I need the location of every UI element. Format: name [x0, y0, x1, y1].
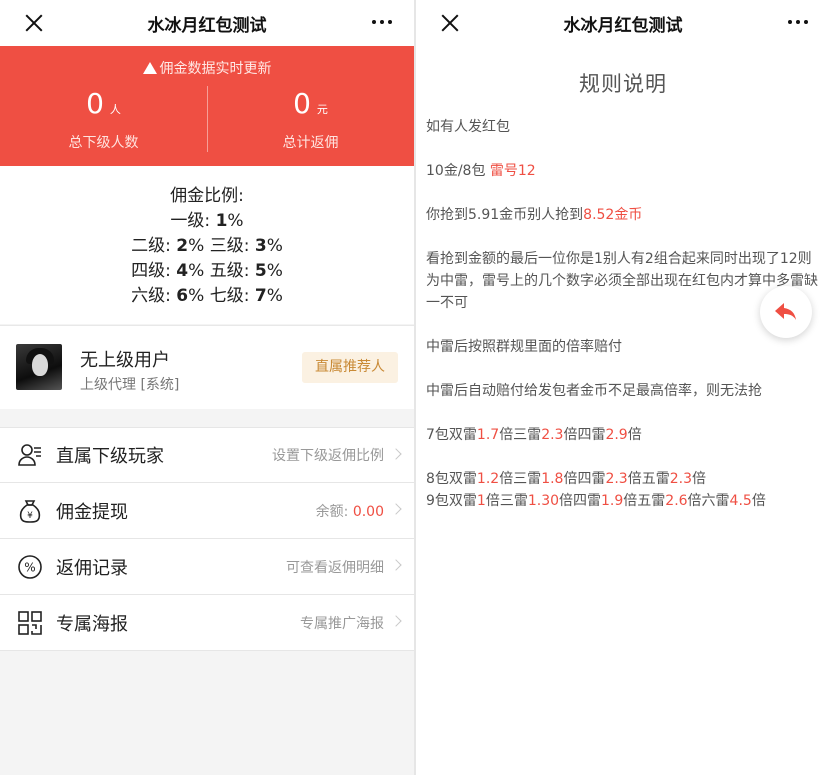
users-icon	[16, 441, 44, 469]
rules-panel: 水冰月红包测试 规则说明 如有人发红包 10金/8包 雷号12 你抢到5.91金…	[416, 0, 830, 775]
chevron-right-icon	[390, 559, 402, 571]
close-icon[interactable]	[438, 11, 462, 35]
svg-text:%: %	[24, 560, 35, 574]
upline-name: 无上级用户	[80, 350, 170, 371]
rule-9-packs: 9包双雷1倍三雷1.30倍四雷1.9倍五雷2.6倍六雷4.5倍	[426, 493, 766, 509]
menu-item-poster[interactable]: 专属海报 专属推广海报	[0, 595, 414, 651]
page-title: 水冰月红包测试	[147, 15, 267, 36]
more-icon[interactable]	[788, 20, 808, 24]
page-title: 水冰月红包测试	[563, 15, 683, 36]
balance-value: 0.00	[352, 503, 384, 520]
rule-7-packs: 7包双雷1.7倍三雷2.3倍四雷2.9倍	[426, 427, 642, 443]
referrer-button[interactable]: 直属推荐人	[302, 352, 398, 383]
menu-item-withdraw[interactable]: ¥ 佣金提现 余额: 0.00	[0, 483, 414, 539]
chevron-right-icon	[390, 448, 402, 460]
title-bar: 水冰月红包测试	[416, 0, 830, 46]
close-icon[interactable]	[22, 11, 46, 35]
menu-list: 直属下级玩家 设置下级返佣比例 ¥ 佣金提现 余额: 0.00 % 返佣记录 可…	[0, 427, 414, 651]
svg-text:¥: ¥	[27, 511, 33, 521]
avatar	[16, 344, 62, 390]
menu-item-subordinates[interactable]: 直属下级玩家 设置下级返佣比例	[0, 427, 414, 483]
qrcode-icon	[16, 609, 44, 637]
back-button[interactable]	[760, 286, 812, 338]
reply-arrow-icon	[775, 303, 796, 320]
stat-commission: 0元 总计返佣	[282, 87, 339, 151]
upline-card: 无上级用户 上级代理 [系统] 直属推荐人	[0, 325, 414, 409]
rules-heading: 规则说明	[579, 72, 667, 96]
menu-item-records[interactable]: % 返佣记录 可查看返佣明细	[0, 539, 414, 595]
upline-agent: 上级代理 [系统]	[80, 377, 180, 393]
stat-subordinates: 0人 总下级人数	[68, 87, 139, 151]
commission-rates: 佣金比例: 一级: 1% 二级: 2% 三级: 3% 四级: 4% 五级: 5%…	[0, 166, 414, 324]
more-icon[interactable]	[372, 20, 392, 24]
stats-divider	[207, 86, 208, 152]
chevron-right-icon	[390, 615, 402, 627]
referral-panel: 水冰月红包测试 佣金数据实时更新 0人 总下级人数 0元 总计返佣 佣金比例: …	[0, 0, 414, 775]
realtime-notice: 佣金数据实时更新	[0, 46, 414, 78]
percent-icon: %	[16, 553, 44, 581]
rule-8-packs: 8包双雷1.2倍三雷1.8倍四雷2.3倍五雷2.3倍	[426, 471, 706, 487]
warning-icon	[142, 62, 157, 74]
chevron-right-icon	[390, 503, 402, 515]
stats-banner: 佣金数据实时更新 0人 总下级人数 0元 总计返佣	[0, 46, 414, 166]
money-bag-icon: ¥	[16, 497, 44, 525]
title-bar: 水冰月红包测试	[0, 0, 414, 46]
